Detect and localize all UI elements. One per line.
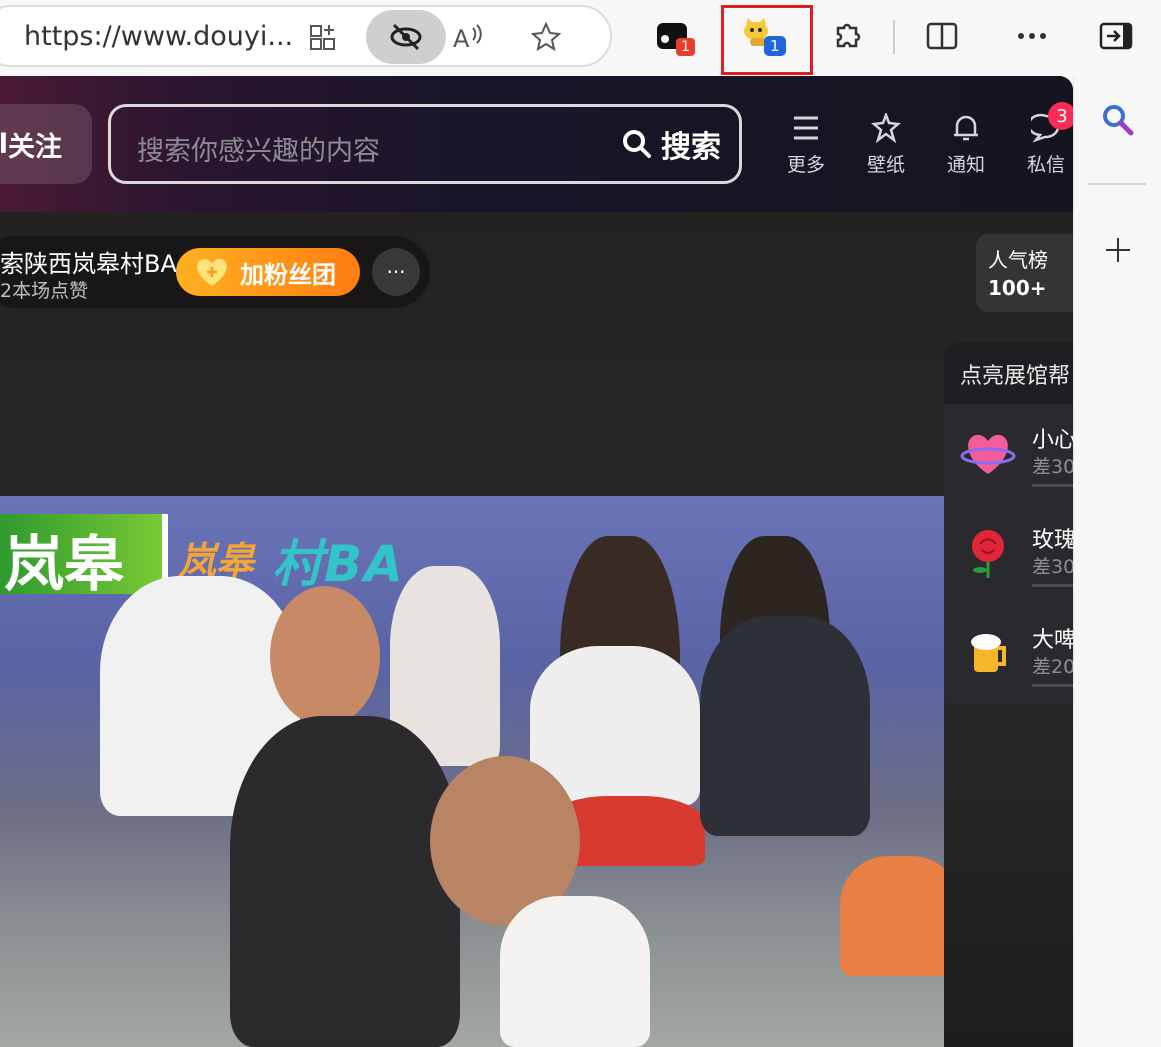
search-input[interactable]: 搜索你感兴趣的内容 — [137, 129, 380, 168]
url-text[interactable]: https://www.douyi... — [24, 21, 293, 52]
extension-badge: 1 — [764, 36, 786, 56]
fan-button-label: 加粉丝团 — [240, 260, 336, 289]
split-screen-button[interactable] — [920, 14, 964, 58]
heart-icon — [960, 434, 1016, 474]
nav-notification-label: 通知 — [946, 154, 985, 176]
host-likes: 2本场点赞 — [0, 280, 89, 302]
gift-need: 差20 — [1032, 656, 1073, 678]
extensions-button[interactable] — [826, 14, 870, 58]
sidebar-toggle-button[interactable] — [1094, 14, 1138, 58]
panel-title: 点亮展馆帮 — [944, 342, 1073, 404]
fan-heart-icon — [197, 258, 227, 286]
extension-badge: 1 — [676, 38, 695, 56]
message-badge: 3 — [1048, 102, 1073, 130]
rank-value: 100+ — [988, 276, 1047, 300]
menu-icon — [794, 116, 818, 140]
puzzle-icon — [836, 23, 861, 48]
host-name[interactable]: 索陕西岚皋村BA — [0, 244, 177, 279]
gift-progress — [1032, 584, 1073, 587]
rose-icon — [972, 530, 1004, 578]
host-info: 索陕西岚皋村BA 2本场点赞 加粉丝团 ··· — [0, 236, 430, 308]
bell-icon — [954, 115, 978, 141]
site-header: l 关注 搜索你感兴趣的内容 搜索 更多 壁纸 通知 3 私信 — [0, 76, 1073, 212]
search-icon — [623, 130, 651, 158]
follow-label: 关注 — [8, 131, 62, 163]
spectator-figure — [700, 616, 870, 836]
search-box[interactable]: 搜索你感兴趣的内容 搜索 — [108, 104, 742, 184]
extension-dark-button[interactable]: 1 — [650, 14, 695, 58]
nav-more[interactable]: 更多 — [774, 106, 838, 177]
more-options-button[interactable] — [1010, 14, 1054, 58]
nav-wallpaper-label: 壁纸 — [866, 154, 905, 176]
nav-wallpaper[interactable]: 壁纸 — [854, 106, 918, 177]
nav-notification[interactable]: 通知 — [934, 106, 998, 177]
read-aloud-icon[interactable]: A — [450, 19, 486, 55]
search-icon — [1103, 105, 1134, 136]
player-jersey-white — [500, 896, 650, 1047]
gift-progress — [1032, 484, 1073, 487]
gift-name: 大啤 — [1032, 628, 1073, 653]
event-banner-text: 岚皋 — [4, 530, 124, 600]
split-screen-icon — [926, 22, 958, 50]
toolbar-separator — [893, 20, 895, 54]
sidebar-exit-icon — [1099, 22, 1133, 50]
gift-name: 小心 — [1032, 428, 1073, 453]
player-head — [270, 586, 380, 726]
wallpaper-icon — [871, 113, 901, 143]
stool — [840, 856, 944, 976]
nav-message[interactable]: 3 私信 — [1014, 102, 1073, 177]
gift-item[interactable]: 玫瑰 差30 — [944, 504, 1073, 604]
svg-text:A: A — [453, 25, 470, 52]
browser-toolbar: https://www.douyi... A 1 1 — [0, 0, 1161, 76]
gift-task-panel: 点亮展馆帮 小心 差30 玫瑰 差30 大啤 差20 — [944, 342, 1073, 704]
follow-nav-button[interactable]: l 关注 — [0, 104, 92, 184]
live-video[interactable]: 岚皋 岚皋 村BA — [0, 496, 944, 1047]
gift-item[interactable]: 小心 差30 — [944, 404, 1073, 504]
plus-icon — [1106, 238, 1130, 262]
tracking-prevention-button[interactable] — [366, 10, 446, 64]
event-logo-en: 村BA — [272, 535, 405, 593]
gift-item[interactable]: 大啤 差20 — [944, 604, 1073, 704]
gift-need: 差30 — [1032, 456, 1073, 478]
join-fan-club-button[interactable]: 加粉丝团 — [176, 248, 360, 296]
nav-message-label: 私信 — [1026, 154, 1065, 176]
douyin-live-page: l 关注 搜索你感兴趣的内容 搜索 更多 壁纸 通知 3 私信 索陕西岚皋村BA… — [0, 76, 1073, 1047]
tampermonkey-extension-button[interactable]: 1 — [738, 12, 786, 56]
popularity-rank[interactable]: 人气榜 100+ — [976, 234, 1073, 312]
gift-name: 玫瑰 — [1032, 528, 1073, 553]
browser-sidebar — [1073, 76, 1161, 1047]
eye-slash-icon — [390, 23, 422, 51]
sidebar-add-button[interactable] — [1096, 228, 1140, 272]
rank-title: 人气榜 — [988, 248, 1048, 272]
app-grid-icon[interactable] — [306, 19, 342, 55]
beer-icon — [971, 634, 1006, 672]
sidebar-search-button[interactable] — [1096, 98, 1140, 142]
event-banner: 岚皋 — [0, 514, 168, 600]
address-bar[interactable]: https://www.douyi... A — [0, 5, 612, 67]
gift-need: 差30 — [1032, 556, 1073, 578]
sidebar-divider — [1088, 183, 1146, 185]
player-jersey-18 — [230, 716, 460, 1047]
nav-more-label: 更多 — [786, 154, 825, 176]
search-button[interactable]: 搜索 — [621, 124, 721, 165]
ellipsis-icon — [1018, 33, 1046, 39]
host-more-button[interactable]: ··· — [372, 248, 420, 296]
follow-prefix: l — [0, 128, 8, 160]
ellipsis-icon: ··· — [386, 260, 406, 284]
favorite-star-icon[interactable] — [528, 19, 564, 55]
search-button-label: 搜索 — [661, 130, 721, 165]
gift-progress — [1032, 684, 1073, 687]
